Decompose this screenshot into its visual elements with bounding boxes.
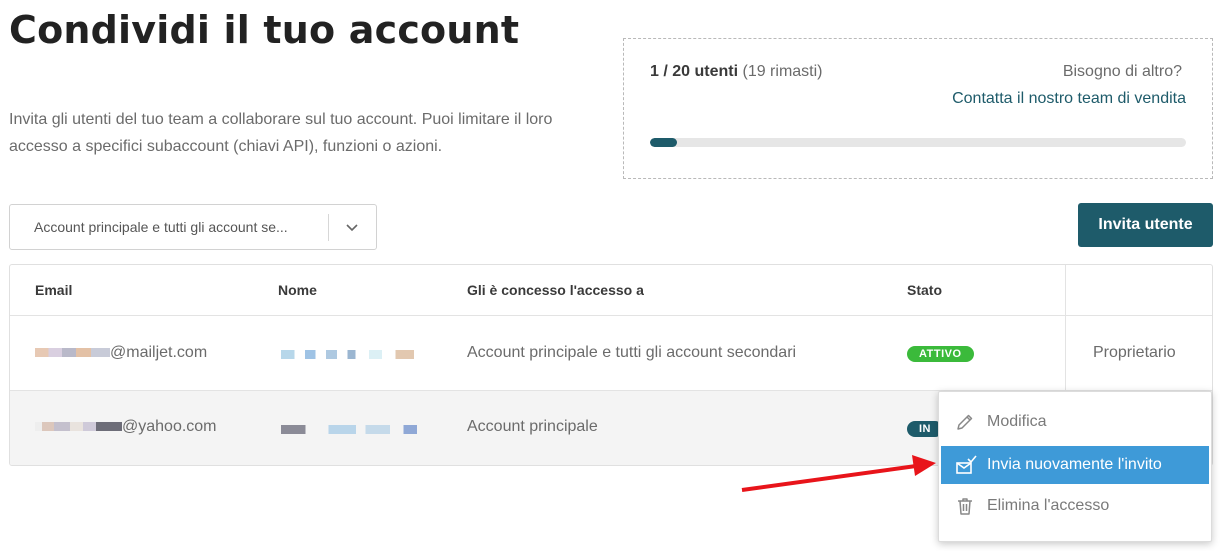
redacted-name — [281, 425, 417, 435]
access-cell: Account principale — [467, 418, 598, 435]
header-access: Gli è concesso l'accesso a — [467, 282, 644, 298]
header-name: Nome — [278, 282, 317, 298]
role-cell: Proprietario — [1093, 344, 1176, 361]
table-row: @mailjet.com Account principale e tutti … — [10, 316, 1212, 391]
need-more-label: Bisogno di altro? — [1062, 63, 1182, 80]
row-actions-menu: Modifica Invia nuovamente l'invito Elimi… — [938, 391, 1212, 542]
email-cell: @mailjet.com — [35, 344, 207, 362]
invite-user-button[interactable]: Invita utente — [1078, 203, 1213, 247]
page-title: Condividi il tuo account — [9, 8, 520, 52]
redacted-email — [35, 422, 122, 432]
status-badge: ATTIVO — [907, 346, 974, 362]
redacted-email — [35, 348, 110, 358]
user-count-value: 1 / 20 utenti — [650, 63, 739, 80]
header-email: Email — [35, 282, 73, 298]
pencil-icon — [957, 414, 973, 430]
name-cell — [281, 346, 414, 364]
email-domain: @mailjet.com — [110, 344, 208, 361]
email-cell: @yahoo.com — [35, 418, 217, 436]
menu-item-edit[interactable]: Modifica — [941, 403, 1209, 441]
menu-item-label: Modifica — [987, 413, 1047, 430]
quota-progress-fill — [650, 138, 677, 147]
header-status: Stato — [907, 282, 942, 298]
user-quota-panel: 1 / 20 utenti (19 rimasti) Bisogno di al… — [623, 38, 1213, 179]
page-description: Invita gli utenti del tuo team a collabo… — [9, 111, 553, 155]
account-filter-select[interactable]: Account principale e tutti gli account s… — [9, 204, 377, 250]
email-domain: @yahoo.com — [122, 418, 217, 435]
account-filter-value: Account principale e tutti gli account s… — [34, 219, 288, 235]
menu-item-resend-invite[interactable]: Invia nuovamente l'invito — [941, 446, 1209, 484]
menu-item-label: Invia nuovamente l'invito — [987, 456, 1162, 473]
user-count: 1 / 20 utenti (19 rimasti) — [650, 63, 823, 81]
table-header: Email Nome Gli è concesso l'accesso a St… — [10, 265, 1212, 316]
menu-item-label: Elimina l'accesso — [987, 497, 1110, 514]
users-remaining: (19 rimasti) — [742, 63, 823, 80]
name-cell — [281, 421, 417, 439]
trash-icon — [958, 498, 972, 515]
menu-item-remove-access[interactable]: Elimina l'accesso — [941, 487, 1209, 525]
quota-progress-bar — [650, 138, 1186, 147]
access-cell: Account principale e tutti gli account s… — [467, 344, 797, 361]
contact-sales-link[interactable]: Contatta il nostro team di vendita — [952, 90, 1186, 108]
redacted-name — [281, 350, 414, 360]
select-divider — [328, 214, 329, 241]
resend-mail-icon — [956, 455, 977, 474]
chevron-down-icon[interactable] — [345, 220, 359, 234]
